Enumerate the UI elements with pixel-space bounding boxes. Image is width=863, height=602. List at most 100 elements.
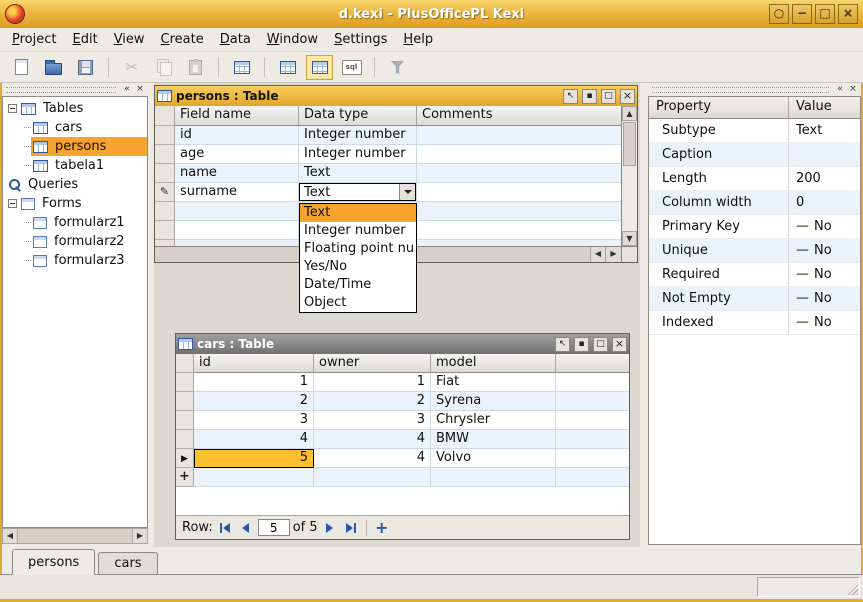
property-value[interactable]: 0 [789, 191, 860, 214]
new-object-button[interactable] [8, 55, 35, 80]
property-dock-handle[interactable]: « × [648, 84, 861, 96]
data-type-cell[interactable]: Integer number [299, 145, 417, 164]
id-cell[interactable] [194, 468, 314, 487]
keep-above-button[interactable]: ○ [769, 4, 789, 24]
next-record-button[interactable] [321, 519, 339, 537]
navigator-float-icon[interactable]: « [121, 83, 133, 95]
tree-item-cars[interactable]: cars [3, 118, 147, 137]
maximize-icon[interactable]: □ [593, 337, 608, 352]
scroll-up-icon[interactable]: ▲ [622, 106, 637, 121]
model-cell[interactable]: Volvo [431, 449, 556, 468]
cut-button[interactable]: ✂ [118, 55, 145, 80]
tree-item-queries[interactable]: Queries [3, 175, 147, 194]
row-indicator[interactable] [176, 411, 194, 430]
scroll-down-icon[interactable]: ▼ [622, 231, 637, 246]
data-type-cell[interactable]: Integer number [299, 126, 417, 145]
insert-row-indicator[interactable]: + [176, 468, 194, 487]
comments-cell[interactable] [417, 145, 621, 164]
data-type-cell[interactable]: Text [299, 164, 417, 183]
comments-cell[interactable] [417, 202, 621, 221]
table-design-button[interactable] [228, 55, 255, 80]
comments-cell[interactable] [417, 221, 621, 240]
property-row[interactable]: Indexed —No [649, 311, 860, 335]
row-indicator[interactable] [176, 430, 194, 449]
property-value[interactable]: —No [789, 311, 860, 334]
vertical-scrollbar[interactable]: ▲ ▼ [621, 106, 637, 246]
scrollbar-thumb[interactable] [623, 122, 636, 166]
open-project-button[interactable] [40, 55, 67, 80]
tree-item-formularz2[interactable]: formularz2 [3, 232, 147, 251]
model-cell[interactable]: BMW [431, 430, 556, 449]
scrollbar-thumb[interactable] [18, 529, 132, 543]
close-icon[interactable]: × [620, 89, 635, 104]
owner-cell[interactable]: 3 [314, 411, 431, 430]
combobox-dropdown-button[interactable] [399, 184, 415, 200]
property-row[interactable]: Column width 0 [649, 191, 860, 215]
menu-create[interactable]: Create [153, 30, 212, 49]
maximize-icon[interactable]: □ [601, 89, 616, 104]
data-type-combobox[interactable]: Text [299, 183, 416, 201]
menu-view[interactable]: View [106, 30, 153, 49]
menu-settings[interactable]: Settings [326, 30, 395, 49]
menu-edit[interactable]: Edit [65, 30, 106, 49]
row-indicator[interactable] [155, 221, 175, 240]
tree-item-formularz3[interactable]: formularz3 [3, 251, 147, 270]
row-indicator[interactable] [155, 164, 175, 183]
value-column-header[interactable]: Value [789, 97, 860, 119]
menu-help[interactable]: Help [395, 30, 441, 49]
field-name-cell[interactable]: surname [175, 183, 299, 202]
property-row[interactable]: Caption [649, 143, 860, 167]
menu-data[interactable]: Data [212, 30, 259, 49]
paste-button[interactable] [182, 55, 209, 80]
property-column-header[interactable]: Property [649, 97, 789, 119]
navigator-dock-handle[interactable]: « × [2, 84, 148, 96]
id-cell[interactable]: 2 [194, 392, 314, 411]
property-value[interactable] [789, 143, 860, 166]
filter-button[interactable] [384, 55, 411, 80]
resize-grip[interactable] [845, 582, 858, 595]
id-cell[interactable]: 4 [194, 430, 314, 449]
dropdown-option-yesno[interactable]: Yes/No [300, 258, 416, 276]
property-row[interactable]: Not Empty —No [649, 287, 860, 311]
close-icon[interactable]: × [612, 337, 627, 352]
dropdown-option-float[interactable]: Floating point nu [300, 240, 416, 258]
record-number-input[interactable] [258, 519, 290, 536]
field-name-cell[interactable]: id [175, 126, 299, 145]
sql-view-button[interactable]: sql [338, 55, 365, 80]
owner-cell[interactable]: 2 [314, 392, 431, 411]
dropdown-option-datetime[interactable]: Date/Time [300, 276, 416, 294]
model-cell[interactable]: Chrysler [431, 411, 556, 430]
tree-item-persons[interactable]: persons [3, 137, 147, 156]
comments-cell[interactable] [417, 126, 621, 145]
id-cell[interactable]: 1 [194, 373, 314, 392]
property-float-icon[interactable]: « [834, 83, 846, 95]
minimize-icon[interactable]: ▪ [582, 89, 597, 104]
first-record-button[interactable] [216, 519, 234, 537]
scroll-left-icon[interactable]: ◀ [591, 247, 606, 262]
save-button[interactable] [72, 55, 99, 80]
add-record-button[interactable]: + [373, 519, 391, 537]
model-cell[interactable]: Fiat [431, 373, 556, 392]
property-row[interactable]: Length 200 [649, 167, 860, 191]
owner-cell[interactable]: 1 [314, 373, 431, 392]
tree-item-formularz1[interactable]: formularz1 [3, 213, 147, 232]
property-row[interactable]: Primary Key —No [649, 215, 860, 239]
copy-button[interactable] [150, 55, 177, 80]
row-indicator[interactable] [155, 202, 175, 221]
model-cell[interactable] [431, 468, 556, 487]
property-row[interactable]: Unique —No [649, 239, 860, 263]
navigator-close-icon[interactable]: × [134, 83, 146, 95]
current-cell[interactable]: 5 [194, 449, 314, 468]
scroll-right-icon[interactable]: ▶ [606, 247, 621, 262]
scroll-right-icon[interactable]: ▶ [132, 529, 147, 543]
property-close-icon[interactable]: × [847, 83, 859, 95]
dropdown-option-integer[interactable]: Integer number [300, 222, 416, 240]
minimize-button[interactable]: − [792, 4, 812, 24]
data-view-button[interactable] [274, 55, 301, 80]
column-header-field-name[interactable]: Field name [175, 106, 299, 126]
comments-cell[interactable] [417, 183, 621, 202]
dropdown-option-object[interactable]: Object [300, 294, 416, 312]
property-value[interactable]: —No [789, 263, 860, 286]
tree-item-forms[interactable]: Forms [3, 194, 147, 213]
owner-cell[interactable]: 4 [314, 430, 431, 449]
